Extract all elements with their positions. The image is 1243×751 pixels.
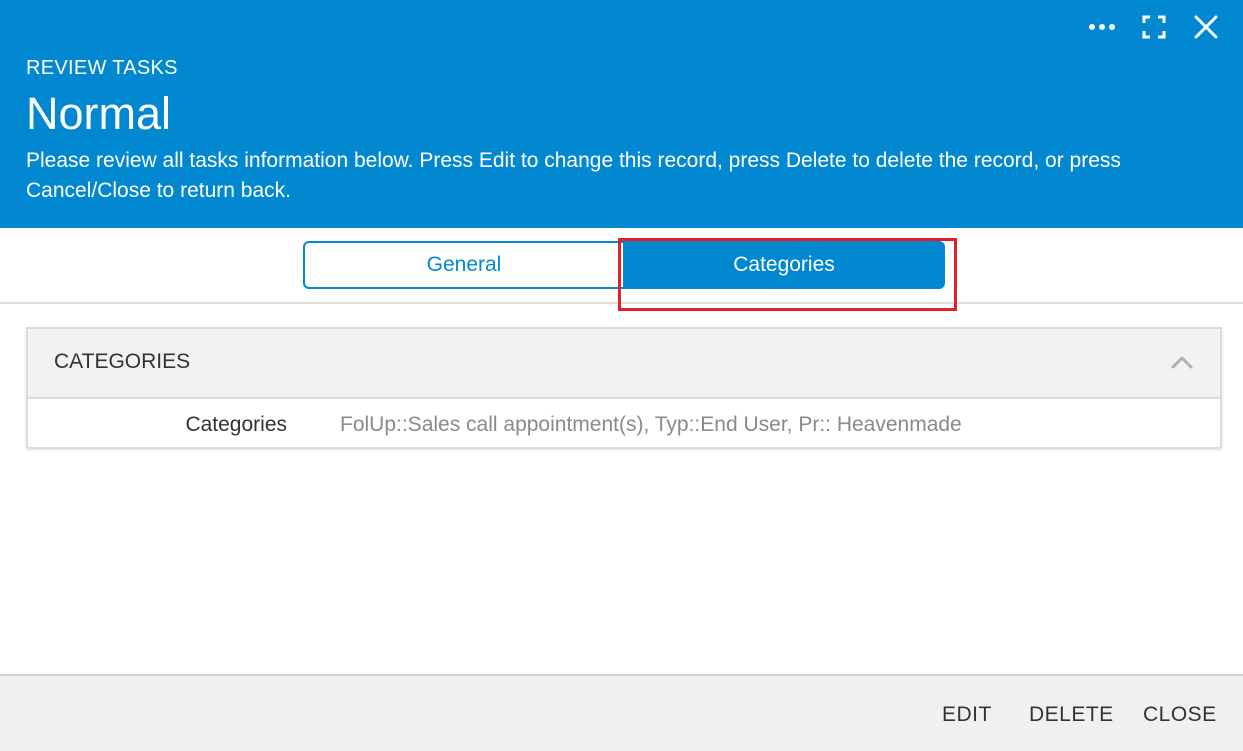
- panel-header[interactable]: CATEGORIES: [28, 329, 1220, 399]
- panel-title: CATEGORIES: [54, 350, 191, 373]
- close-dialog-button[interactable]: [1191, 12, 1221, 42]
- field-label: Categories: [185, 413, 287, 436]
- dialog-description: Please review all tasks information belo…: [26, 149, 1121, 202]
- close-button[interactable]: CLOSE: [1143, 703, 1217, 727]
- dialog-header: REVIEW TASKS Normal Please review all ta…: [0, 0, 1243, 228]
- tab-general[interactable]: General: [303, 241, 625, 289]
- fullscreen-icon: [1142, 15, 1166, 39]
- categories-panel: CATEGORIES Categories FolUp::Sales call …: [26, 327, 1222, 449]
- delete-button[interactable]: DELETE: [1029, 703, 1114, 727]
- tab-bar: General Categories: [0, 228, 1243, 304]
- header-actions: [1065, 12, 1221, 42]
- chevron-up-icon[interactable]: [1170, 351, 1194, 375]
- field-row: Categories FolUp::Sales call appointment…: [28, 399, 1220, 451]
- fullscreen-button[interactable]: [1139, 12, 1169, 42]
- field-value: FolUp::Sales call appointment(s), Typ::E…: [340, 413, 962, 436]
- more-icon: [1089, 24, 1115, 30]
- page-title: Normal: [26, 88, 172, 139]
- dialog-kicker: REVIEW TASKS: [26, 57, 178, 79]
- more-button[interactable]: [1087, 12, 1117, 42]
- tab-categories[interactable]: Categories: [623, 241, 945, 289]
- edit-button[interactable]: EDIT: [942, 703, 992, 727]
- close-icon: [1194, 15, 1218, 39]
- dialog-footer: EDIT DELETE CLOSE: [0, 674, 1243, 751]
